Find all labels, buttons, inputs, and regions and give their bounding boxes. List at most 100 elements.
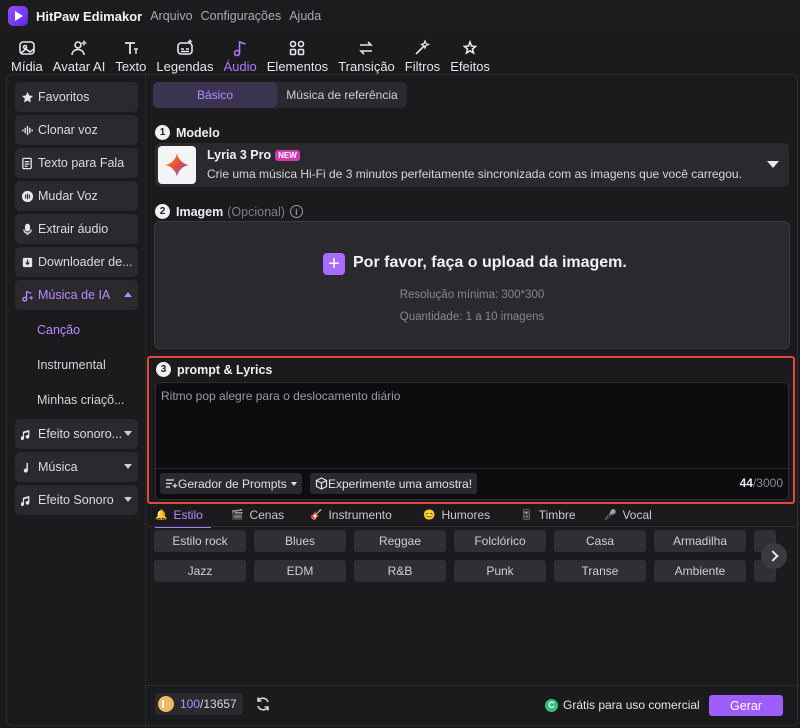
- sidebar-item-musica[interactable]: Música: [15, 452, 138, 482]
- refresh-icon[interactable]: [255, 696, 271, 712]
- coin-icon: [158, 696, 174, 712]
- sidebar-subitem-minhas-criacoes[interactable]: Minhas criaçõ...: [37, 393, 125, 407]
- image-upload-area[interactable]: + Por favor, faça o upload da imagem. Re…: [154, 221, 790, 349]
- style-chip[interactable]: Transe: [554, 560, 646, 582]
- sidebar-item-label: Clonar voz: [38, 123, 98, 137]
- style-chip[interactable]: Ambiente: [654, 560, 746, 582]
- tool-label: Filtros: [404, 59, 441, 74]
- menu-configuracoes[interactable]: Configurações: [201, 9, 282, 23]
- sidebar-item-mudar-voz[interactable]: Mudar Voz: [15, 181, 138, 211]
- chips-next-arrow-icon[interactable]: [761, 543, 787, 569]
- prompt-textarea[interactable]: Ritmo pop alegre para o deslocamento diá…: [155, 382, 789, 500]
- media-icon: [19, 41, 35, 55]
- menu-arquivo[interactable]: Arquivo: [150, 9, 192, 23]
- generate-button[interactable]: Gerar: [709, 695, 783, 716]
- tab-estilo[interactable]: 🔔 Estilo: [155, 508, 203, 522]
- tool-audio[interactable]: Áudio: [219, 34, 262, 74]
- tool-texto[interactable]: Texto: [110, 34, 151, 74]
- prompt-generator-icon: [166, 479, 178, 489]
- text-icon: [124, 42, 138, 54]
- vocal-icon: 🎤: [604, 509, 617, 521]
- tool-elementos[interactable]: Elementos: [262, 34, 333, 74]
- tool-label: Áudio: [223, 59, 257, 74]
- upload-quantity: Quantidade: 1 a 10 imagens: [399, 311, 545, 323]
- sidebar-item-musica-de-ia[interactable]: Música de IA: [15, 280, 138, 310]
- tool-transicao[interactable]: Transição: [333, 34, 400, 74]
- style-chip[interactable]: Jazz: [154, 560, 246, 582]
- chevron-down-icon: [124, 464, 132, 469]
- tool-avatar-ai[interactable]: Avatar AI: [48, 34, 111, 74]
- style-chip[interactable]: Reggae: [354, 530, 446, 552]
- style-chip[interactable]: Blues: [254, 530, 346, 552]
- menu-ajuda[interactable]: Ajuda: [289, 9, 321, 23]
- tab-musica-de-referencia[interactable]: Música de referência: [277, 82, 407, 108]
- dropdown-caret-icon[interactable]: [767, 161, 779, 168]
- credits-used: 100: [180, 697, 201, 711]
- sidebar-item-downloader[interactable]: Downloader de...: [15, 247, 138, 277]
- chevron-down-icon: [124, 431, 132, 436]
- tab-label: Timbre: [538, 508, 576, 522]
- sidebar-subitem-instrumental[interactable]: Instrumental: [37, 358, 106, 372]
- tool-filtros[interactable]: Filtros: [400, 34, 445, 74]
- sidebar-item-label: Extrair áudio: [38, 222, 109, 236]
- tab-cenas[interactable]: 🎬 Cenas: [231, 508, 284, 522]
- sidebar-item-label: Efeito sonoro...: [38, 427, 123, 441]
- tab-timbre[interactable]: 🎚 Timbre: [520, 508, 576, 522]
- style-chip[interactable]: Punk: [454, 560, 546, 582]
- info-icon[interactable]: i: [289, 205, 303, 218]
- upload-title: Por favor, faça o upload da imagem.: [353, 254, 627, 271]
- style-chip[interactable]: Casa: [554, 530, 646, 552]
- style-chip[interactable]: Folclórico: [454, 530, 546, 552]
- tool-label: Legendas: [156, 59, 214, 74]
- main-toolbar: Mídia Avatar AI Texto Legendas Áudio Ele…: [6, 32, 798, 74]
- download-icon: [20, 255, 34, 269]
- section-modelo-title: 1 Modelo: [155, 125, 220, 140]
- commercial-check-icon: C: [545, 698, 558, 712]
- sidebar-item-extrair-audio[interactable]: Extrair áudio: [15, 214, 138, 244]
- category-tabs: 🔔 Estilo 🎬 Cenas 🎸 Instrumento 😊 Humores 🎚 Ti…: [155, 508, 791, 528]
- model-description: Crie uma música Hi-Fi de 3 minutos perfe…: [207, 167, 742, 181]
- mode-tabs: Básico Música de referência: [153, 82, 407, 108]
- tab-label: Vocal: [622, 508, 652, 522]
- tab-humores[interactable]: 😊 Humores: [423, 508, 490, 522]
- prompt-generator-button[interactable]: Gerador de Prompts: [160, 473, 302, 494]
- tab-instrumento[interactable]: 🎸 Instrumento: [310, 508, 392, 522]
- style-chip[interactable]: Estilo rock: [154, 530, 246, 552]
- sidebar-subitem-cancao[interactable]: Canção: [37, 323, 80, 337]
- prompt-generator-label: Gerador de Prompts: [178, 476, 287, 491]
- bell-icon: 🔔: [155, 509, 168, 521]
- tab-basico[interactable]: Básico: [153, 82, 277, 108]
- app-name: HitPaw Edimakor: [36, 8, 143, 24]
- sidebar-item-label: Efeito Sonoro: [38, 493, 114, 507]
- tool-midia[interactable]: Mídia: [6, 34, 48, 74]
- sidebar-item-favoritos[interactable]: Favoritos: [15, 82, 138, 112]
- style-chip[interactable]: Armadilha: [654, 530, 746, 552]
- transition-icon: [359, 41, 374, 55]
- effects-icon: [462, 39, 478, 55]
- tab-label: Humores: [441, 508, 491, 522]
- audio-icon: [233, 40, 246, 57]
- tab-vocal[interactable]: 🎤 Vocal: [604, 508, 652, 522]
- model-selector[interactable]: Lyria 3 Pro NEW Crie uma música Hi-Fi de…: [155, 143, 789, 187]
- sidebar-item-clonar-voz[interactable]: Clonar voz: [15, 115, 138, 145]
- sidebar-item-texto-para-fala[interactable]: Texto para Fala: [15, 148, 138, 178]
- sidebar-item-efeito-sonoro-ai[interactable]: Efeito sonoro...: [15, 419, 138, 449]
- tab-label: Estilo: [173, 508, 203, 522]
- style-chip[interactable]: EDM: [254, 560, 346, 582]
- sidebar-item-efeito-sonoro[interactable]: Efeito Sonoro: [15, 485, 138, 515]
- tool-efeitos[interactable]: Efeitos: [445, 34, 495, 74]
- char-max: /3000: [752, 476, 783, 490]
- avatar-icon: [71, 39, 88, 56]
- tool-legendas[interactable]: Legendas: [151, 34, 218, 74]
- style-chip[interactable]: R&B: [354, 560, 446, 582]
- char-count: 44: [739, 476, 753, 490]
- sample-button[interactable]: Experimente uma amostra!: [310, 473, 478, 494]
- cube-icon: [315, 477, 328, 490]
- upload-resolution: Resolução mínima: 300*300: [399, 289, 545, 301]
- tool-label: Texto: [115, 59, 147, 74]
- sidebar: Favoritos Clonar voz Texto para Fala Mud…: [7, 75, 146, 725]
- star-icon: [20, 90, 34, 104]
- tool-label: Elementos: [266, 59, 329, 74]
- sidebar-item-label: Música: [38, 460, 78, 474]
- char-counter: 44/3000: [740, 476, 783, 490]
